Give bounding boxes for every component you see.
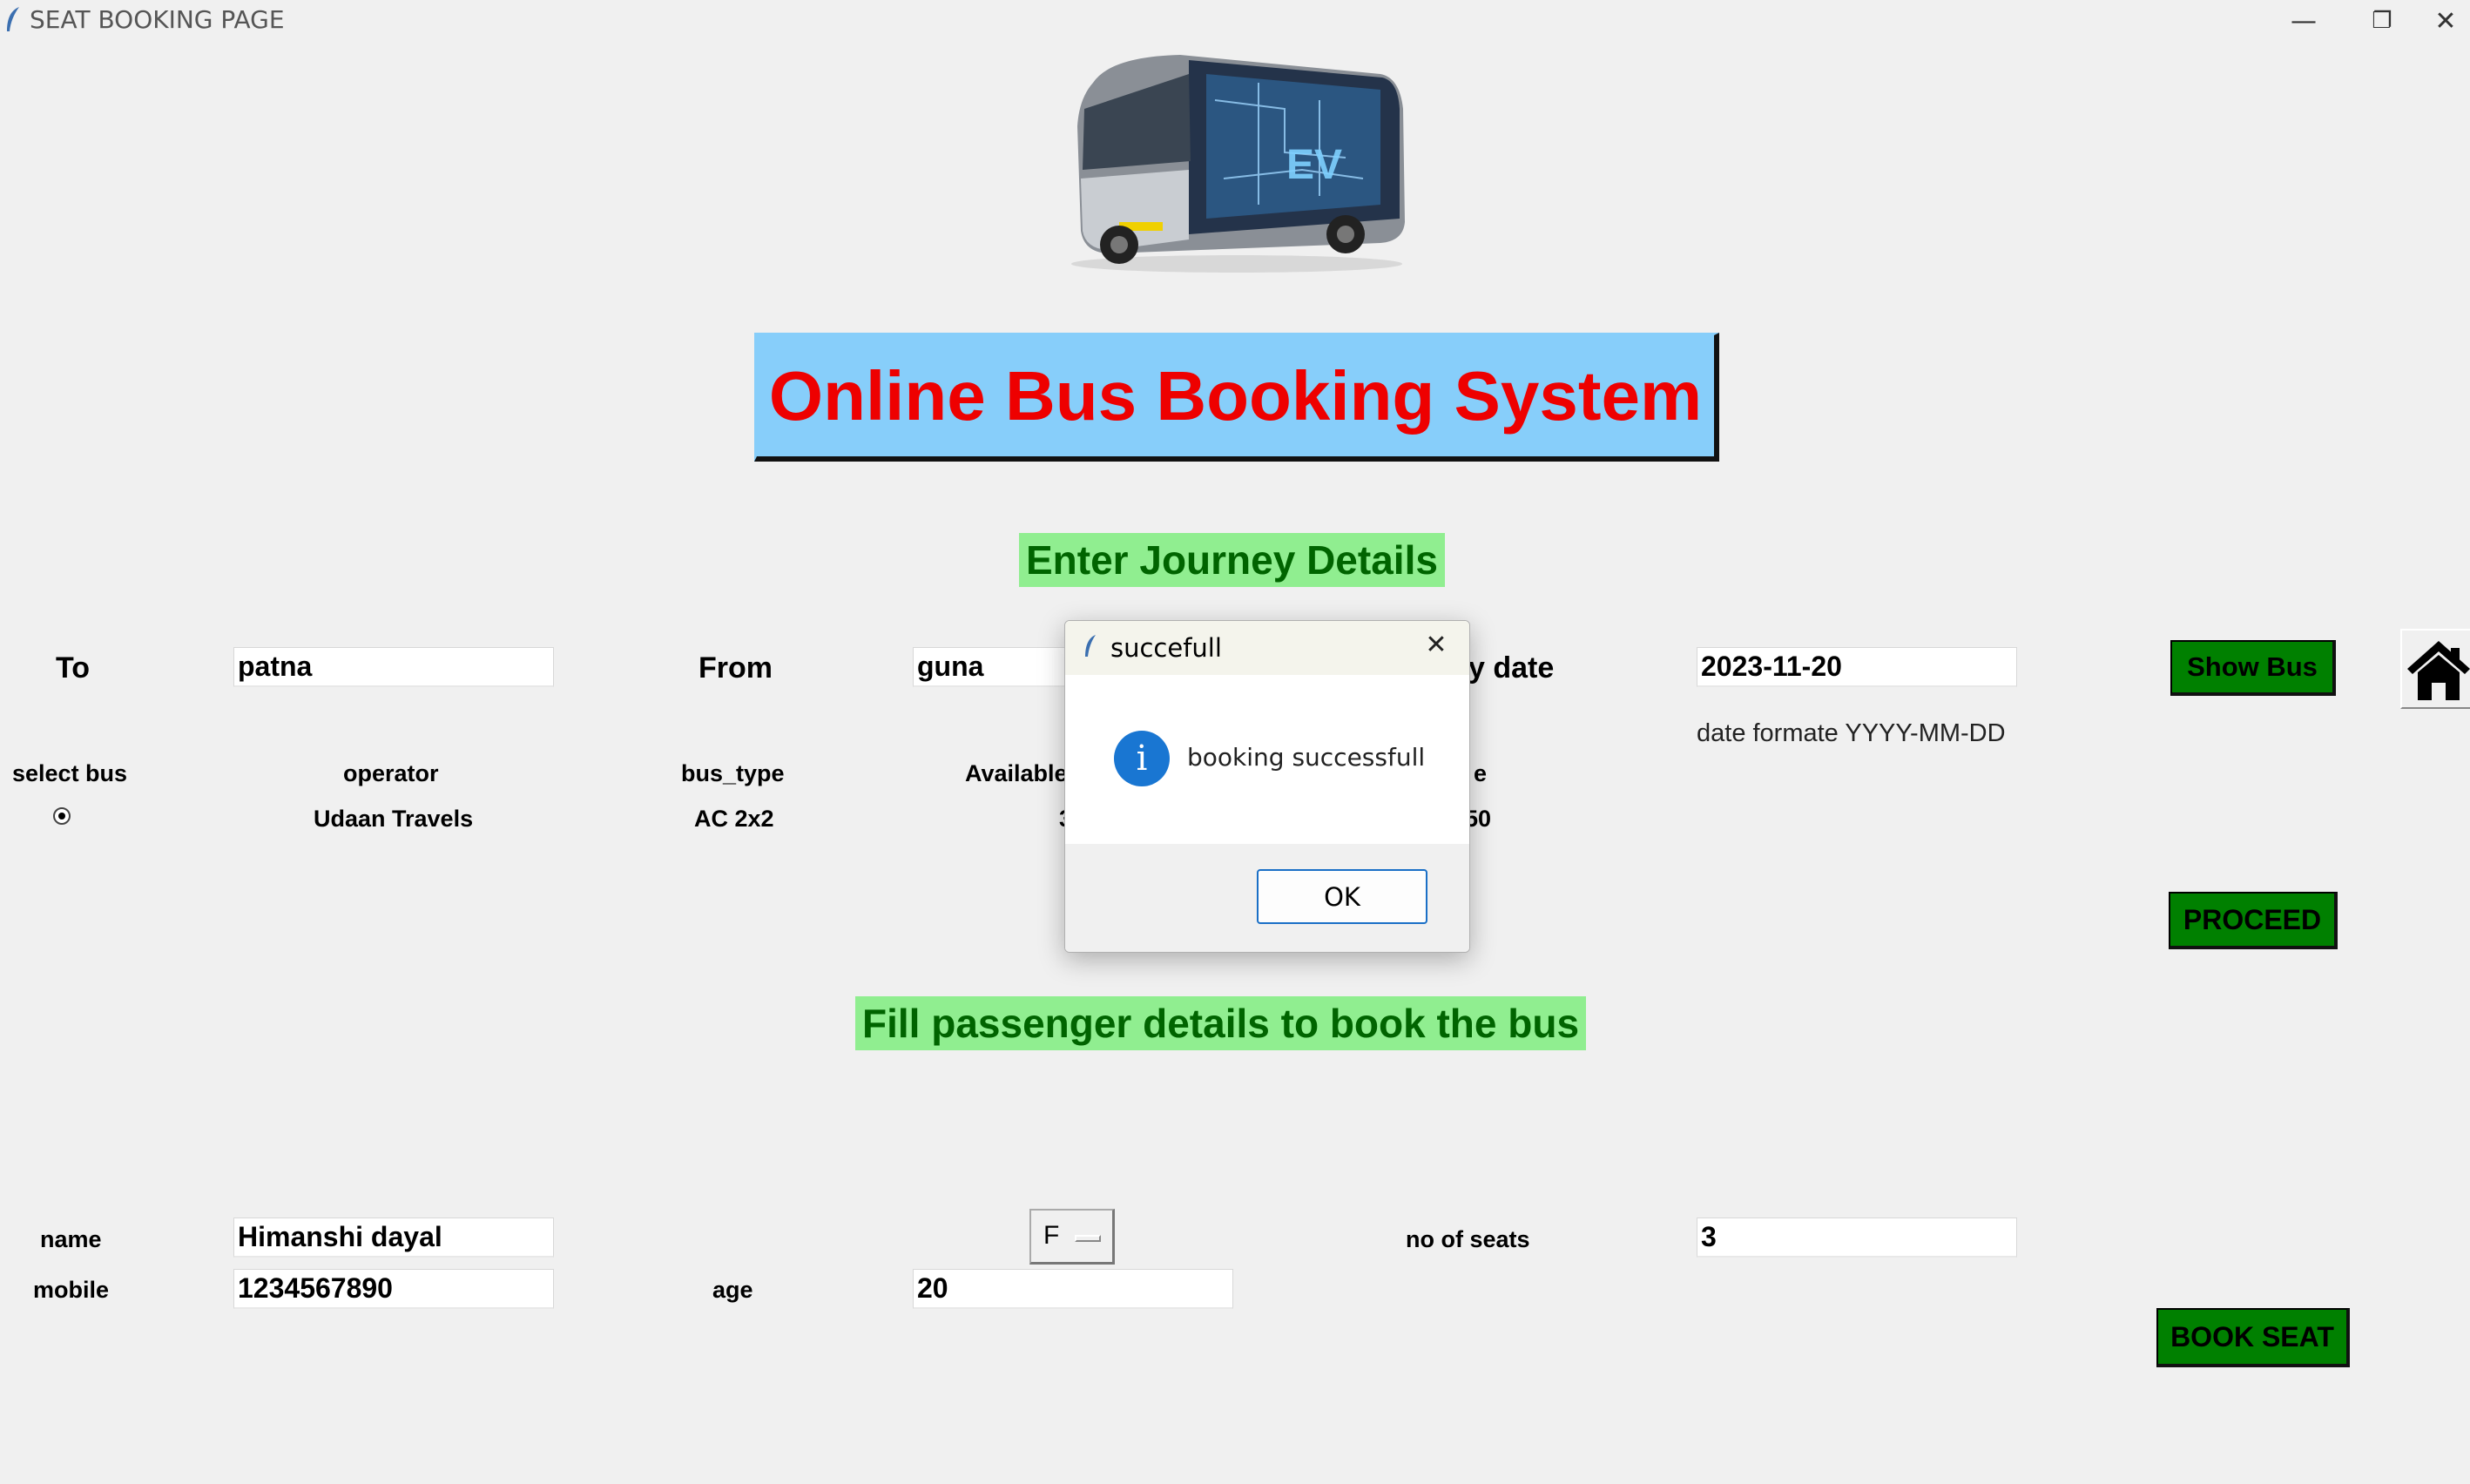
date-format-hint: date formate YYYY-MM-DD [1697,719,2006,747]
bus-image: EV [1071,55,1405,273]
name-input[interactable]: Himanshi dayal [233,1218,554,1258]
svg-text:EV: EV [1286,142,1342,188]
banner-title: Online Bus Booking System [768,356,1703,435]
bus-type-value: AC 2x2 [694,806,774,832]
no-of-seats-input[interactable]: 3 [1697,1218,2017,1258]
dialog-title: succefull [1110,633,1222,663]
book-seat-button[interactable]: BOOK SEAT [2156,1308,2350,1367]
from-label: From [698,651,773,685]
gender-value: F [1043,1221,1060,1250]
info-icon: i [1114,731,1170,786]
col-header-operator: operator [343,760,439,786]
mobile-input[interactable]: 1234567890 [233,1269,554,1309]
from-input[interactable]: guna [913,647,1070,687]
mobile-label: mobile [33,1277,110,1303]
success-dialog: succefull ✕ i booking successfull OK [1064,620,1470,953]
radio-dot [58,813,65,820]
show-bus-button[interactable]: Show Bus [2170,640,2336,696]
passenger-heading: Fill passenger details to book the bus [855,996,1587,1050]
no-of-seats-label: no of seats [1406,1226,1530,1252]
col-header-fare: e [1474,760,1488,786]
minimize-button[interactable]: — [2264,0,2343,42]
window-titlebar [0,0,2470,42]
journey-date-input[interactable]: 2023-11-20 [1697,647,2017,687]
name-label: name [40,1226,102,1252]
proceed-button[interactable]: PROCEED [2169,892,2338,949]
dialog-message: booking successfull [1187,743,1426,772]
dropdown-indicator-icon [1075,1235,1101,1242]
window-title: SEAT BOOKING PAGE [30,5,285,34]
close-button[interactable]: ✕ [2421,0,2470,42]
ok-button[interactable]: OK [1257,869,1427,924]
age-label: age [712,1277,753,1303]
col-header-available: Available [965,760,1068,786]
bus-operator-value: Udaan Travels [314,806,474,832]
feather-icon [1085,635,1096,657]
age-input[interactable]: 20 [913,1269,1233,1309]
title-banner: Online Bus Booking System [754,333,1719,462]
dialog-close-button[interactable]: ✕ [1417,630,1455,664]
col-header-bus-type: bus_type [681,760,785,786]
select-bus-radio[interactable] [53,807,71,825]
gender-dropdown[interactable]: F [1029,1209,1115,1265]
to-input[interactable]: patna [233,647,554,687]
to-label: To [56,651,91,685]
journey-date-label: y date [1468,651,1555,685]
journey-heading: Enter Journey Details [1019,533,1445,587]
home-icon [2407,641,2470,700]
feather-icon [7,7,19,31]
home-button[interactable] [2400,629,2470,709]
restore-button[interactable]: ❐ [2343,0,2421,42]
col-header-select-bus: select bus [12,760,128,786]
